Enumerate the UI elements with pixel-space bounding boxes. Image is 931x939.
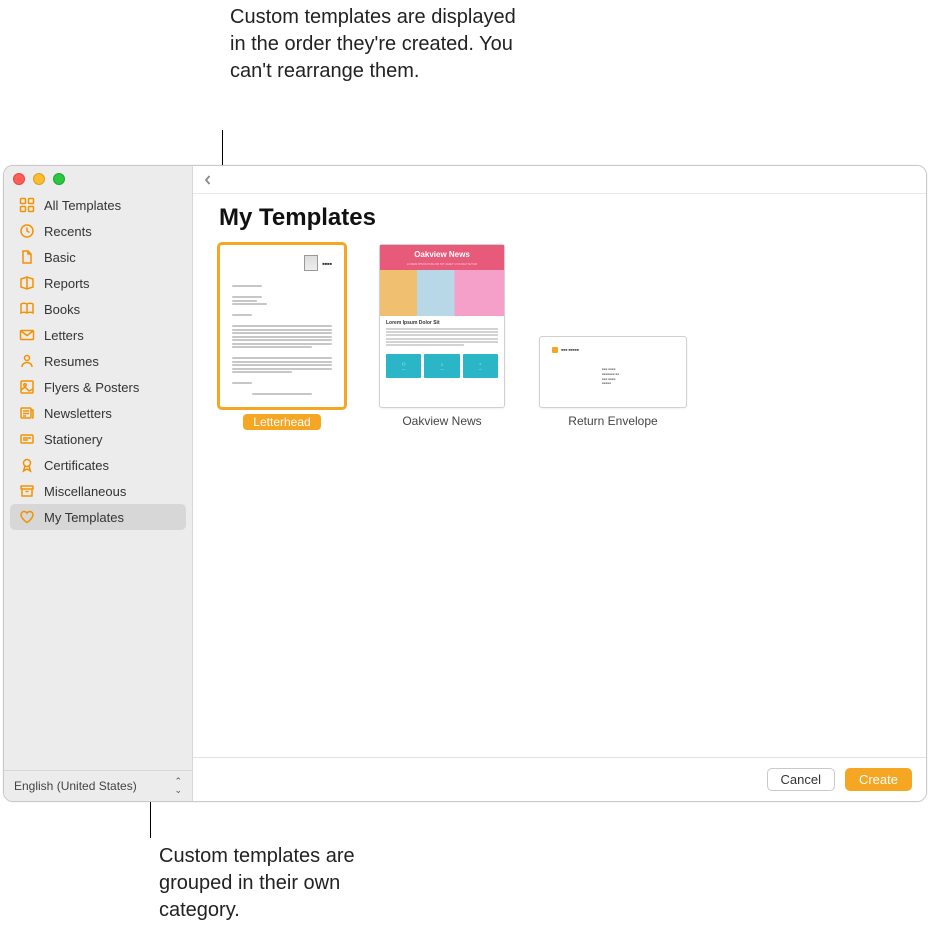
- card-icon: [18, 430, 36, 448]
- archivebox-icon: [18, 482, 36, 500]
- sidebar-item-recents[interactable]: Recents: [10, 218, 186, 244]
- callout-bottom: Custom templates are grouped in their ow…: [159, 843, 419, 924]
- template-return-envelope[interactable]: ■■■ ■■■■■ ■■■ ■■■■■■■■■■■ ■■■■■ ■■■■■■■■…: [539, 244, 687, 428]
- page-title: My Templates: [193, 194, 926, 244]
- template-thumbnail: ■■■■: [219, 244, 345, 408]
- sidebar-item-label: Flyers & Posters: [44, 380, 139, 395]
- clock-icon: [18, 222, 36, 240]
- sidebar-item-newsletters[interactable]: Newsletters: [10, 400, 186, 426]
- create-button[interactable]: Create: [845, 768, 912, 791]
- sidebar-item-label: Certificates: [44, 458, 109, 473]
- sidebar-item-my-templates[interactable]: My Templates: [10, 504, 186, 530]
- sidebar-item-label: All Templates: [44, 198, 121, 213]
- sidebar-list: All Templates Recents Basic Reports Book…: [4, 188, 192, 770]
- sidebar-item-label: Miscellaneous: [44, 484, 126, 499]
- sidebar-item-label: Reports: [44, 276, 90, 291]
- template-chooser-window: All Templates Recents Basic Reports Book…: [3, 165, 927, 802]
- template-grid: ■■■■: [193, 244, 926, 430]
- template-thumbnail: Oakview News LOREM IPSUM DOLOR SIT AMET …: [379, 244, 505, 408]
- grid-icon: [18, 196, 36, 214]
- language-label: English (United States): [14, 779, 137, 793]
- sidebar-item-label: Books: [44, 302, 80, 317]
- callout-top: Custom templates are displayed in the or…: [230, 4, 530, 85]
- cancel-button[interactable]: Cancel: [767, 768, 835, 791]
- sidebar-item-books[interactable]: Books: [10, 296, 186, 322]
- ribbon-icon: [18, 456, 36, 474]
- picture-icon: [18, 378, 36, 396]
- minimize-icon[interactable]: [33, 173, 45, 185]
- main-toolbar: [193, 166, 926, 194]
- chevron-updown-icon: ⌃⌄: [174, 777, 182, 795]
- sidebar-item-flyers-posters[interactable]: Flyers & Posters: [10, 374, 186, 400]
- sidebar-item-basic[interactable]: Basic: [10, 244, 186, 270]
- language-selector[interactable]: English (United States) ⌃⌄: [4, 770, 192, 801]
- sidebar-item-resumes[interactable]: Resumes: [10, 348, 186, 374]
- sidebar-item-label: Resumes: [44, 354, 99, 369]
- sidebar-item-letters[interactable]: Letters: [10, 322, 186, 348]
- sidebar-item-label: Letters: [44, 328, 84, 343]
- person-icon: [18, 352, 36, 370]
- sidebar-item-label: Recents: [44, 224, 92, 239]
- sidebar-item-miscellaneous[interactable]: Miscellaneous: [10, 478, 186, 504]
- template-label: Oakview News: [402, 414, 481, 428]
- sidebar-item-all-templates[interactable]: All Templates: [10, 192, 186, 218]
- newspaper-icon: [18, 404, 36, 422]
- envelope-icon: [18, 326, 36, 344]
- sidebar: All Templates Recents Basic Reports Book…: [4, 166, 193, 801]
- reports-icon: [18, 274, 36, 292]
- template-label: Letterhead: [243, 414, 320, 430]
- zoom-icon[interactable]: [53, 173, 65, 185]
- template-thumbnail: ■■■ ■■■■■ ■■■ ■■■■■■■■■■■ ■■■■■ ■■■■■■■■…: [539, 336, 687, 408]
- sidebar-item-stationery[interactable]: Stationery: [10, 426, 186, 452]
- close-icon[interactable]: [13, 173, 25, 185]
- collapse-sidebar-button[interactable]: [199, 171, 217, 189]
- sidebar-item-label: Newsletters: [44, 406, 112, 421]
- document-icon: [18, 248, 36, 266]
- sidebar-item-certificates[interactable]: Certificates: [10, 452, 186, 478]
- sidebar-item-label: Basic: [44, 250, 76, 265]
- footer: Cancel Create: [193, 757, 926, 801]
- window-titlebar: [4, 166, 192, 188]
- template-letterhead[interactable]: ■■■■: [219, 244, 345, 430]
- sidebar-item-reports[interactable]: Reports: [10, 270, 186, 296]
- sidebar-item-label: Stationery: [44, 432, 103, 447]
- template-label: Return Envelope: [568, 414, 657, 428]
- heart-icon: [18, 508, 36, 526]
- newsletter-banner: Oakview News: [380, 245, 504, 262]
- main-content: My Templates ■■■■: [193, 166, 926, 801]
- book-icon: [18, 300, 36, 318]
- template-oakview-news[interactable]: Oakview News LOREM IPSUM DOLOR SIT AMET …: [379, 244, 505, 428]
- sidebar-item-label: My Templates: [44, 510, 124, 525]
